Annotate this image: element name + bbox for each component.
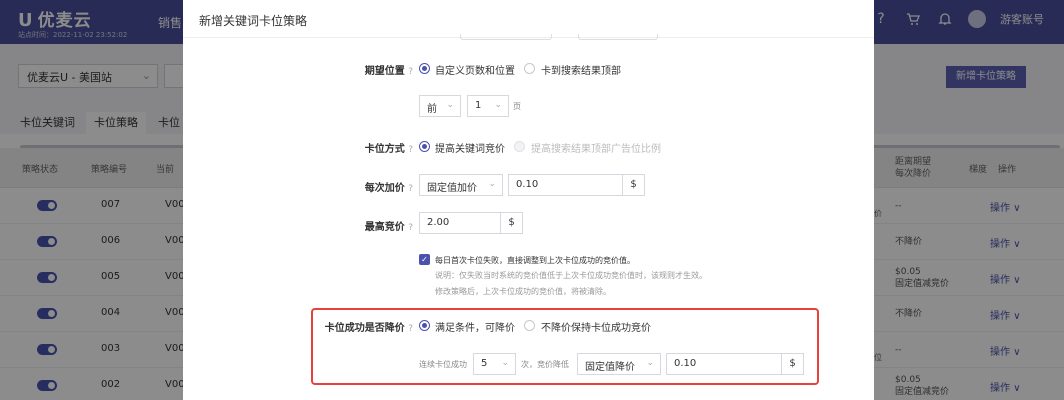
help-icon: ?: [408, 324, 413, 334]
method-label: 卡位方式 ?: [364, 144, 413, 155]
increment-unit: $: [623, 174, 645, 196]
cond-prefix: 连续卡位成功: [419, 360, 467, 369]
radio-top-of-search-label[interactable]: 卡到搜索结果顶部: [541, 62, 621, 77]
max-bid-input[interactable]: 2.00: [419, 212, 501, 234]
max-bid-unit: $: [501, 212, 523, 234]
cond-count-select[interactable]: 5 ⌄: [473, 353, 516, 375]
modal-header: 新增关键词卡位策略: [183, 0, 874, 38]
new-strategy-modal: 新增关键词卡位策略 期望位置 ? 自定义页数和位置 卡到搜索结果顶部 前 ⌄ 1 ⌄…: [183, 0, 874, 400]
max-bid-label: 最高竞价 ?: [364, 222, 413, 233]
cond-mode-select[interactable]: 固定值降价 ⌄: [577, 353, 661, 375]
increment-label: 每次加价 ?: [364, 183, 413, 194]
chevron-down-icon: ⌄: [488, 179, 496, 189]
help-icon: ?: [408, 184, 413, 194]
radio-top-of-search[interactable]: [524, 63, 535, 74]
cond-mid: 次，竞价降低: [521, 360, 569, 369]
radio-allow-lower[interactable]: [419, 320, 430, 331]
radio-allow-lower-label[interactable]: 满足条件，可降价: [435, 319, 515, 334]
radio-raise-bid[interactable]: [419, 141, 430, 152]
lower-after-success-label: 卡位成功是否降价 ?: [324, 323, 413, 334]
help-icon: ?: [408, 223, 413, 233]
radio-keep-bid[interactable]: [524, 320, 535, 331]
scrolled-field: [460, 34, 552, 40]
radio-raise-top-ratio-label[interactable]: 提高搜索结果顶部广告位比例: [531, 140, 661, 155]
modal-backdrop[interactable]: [874, 0, 1064, 400]
chevron-down-icon: ⌄: [646, 358, 654, 368]
daily-reset-checkbox[interactable]: ✓: [419, 254, 430, 265]
chevron-down-icon: ⌄: [446, 100, 454, 110]
page-prefix-select[interactable]: 前 ⌄: [419, 95, 461, 117]
radio-raise-bid-label[interactable]: 提高关键词竞价: [435, 140, 505, 155]
help-icon: ?: [408, 67, 413, 77]
increment-value-input[interactable]: 0.10: [508, 174, 623, 196]
cond-value-input[interactable]: 0.10: [666, 353, 782, 375]
daily-reset-text: 每日首次卡位失败，直接调整到上次卡位成功的竞价值。: [435, 256, 635, 265]
modal-title: 新增关键词卡位策略: [199, 14, 308, 28]
radio-custom-position-label[interactable]: 自定义页数和位置: [435, 62, 515, 77]
radio-custom-position[interactable]: [419, 63, 430, 74]
help-icon: ?: [408, 145, 413, 155]
page-number-select[interactable]: 1 ⌄: [467, 95, 509, 117]
cond-unit: $: [782, 353, 804, 375]
daily-reset-note-1: 说明：仅失败当时系统的竞价值低于上次卡位成功竞价值时，该规则才生效。: [435, 271, 707, 280]
daily-reset-note-2: 修改策略后，上次卡位成功的竞价值，将被清除。: [435, 287, 611, 296]
scrolled-field: [578, 34, 658, 40]
page-suffix: 页: [513, 102, 521, 111]
radio-raise-top-ratio[interactable]: [514, 141, 525, 152]
chevron-down-icon: ⌄: [501, 358, 509, 368]
chevron-down-icon: ⌄: [494, 100, 502, 110]
expected-position-label: 期望位置 ?: [364, 66, 413, 77]
increment-mode-select[interactable]: 固定值加价 ⌄: [419, 174, 503, 196]
radio-keep-bid-label[interactable]: 不降价保持卡位成功竞价: [541, 319, 651, 334]
modal-backdrop[interactable]: [0, 0, 183, 400]
